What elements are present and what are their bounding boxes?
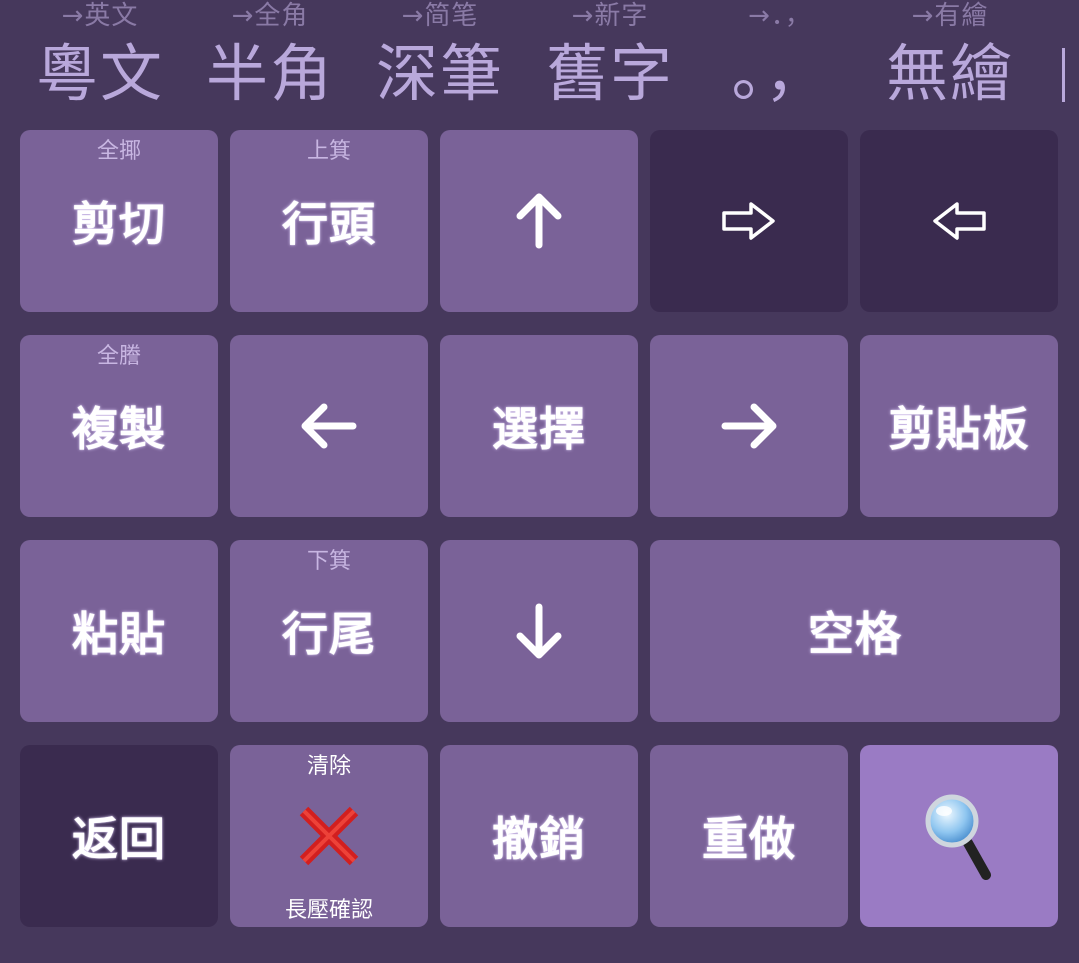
select-label: 選擇 (492, 402, 586, 456)
toggle-traditional-simplified[interactable]: →简笔 深筆 (355, 0, 525, 118)
toggle-label: 。， (731, 37, 829, 110)
long-press-confirm-label: 長壓確認 (284, 898, 373, 923)
toggle-label: 半角 (205, 37, 334, 110)
arrow-up-icon (440, 130, 638, 312)
magnifier-icon (860, 745, 1058, 927)
back-key[interactable]: 返回 (20, 745, 218, 927)
undo-key[interactable]: 撤銷 (440, 745, 638, 927)
toggle-hint: →英文 (61, 1, 139, 31)
clipboard-label: 剪貼板 (888, 402, 1030, 456)
line-start-key[interactable]: 上箕 行頭 (230, 130, 428, 312)
cursor-left-key[interactable] (230, 335, 428, 517)
toggle-label: 深筆 (375, 37, 504, 110)
line-end-label: 行尾 (282, 607, 376, 661)
toggle-old-new-glyphs[interactable]: →新字 舊字 (525, 0, 695, 118)
toggle-hint: →简笔 (401, 1, 479, 31)
arrow-left-icon (230, 335, 428, 517)
cursor-up-key[interactable] (440, 130, 638, 312)
backspace-key[interactable] (860, 130, 1058, 312)
cursor-down-key[interactable] (440, 540, 638, 722)
clear-key[interactable]: 清除 長壓確認 (230, 745, 428, 927)
cut-label: 剪切 (72, 197, 166, 251)
redo-key[interactable]: 重做 (650, 745, 848, 927)
toggle-cantonese-english[interactable]: →英文 粵文 (15, 0, 185, 118)
select-key[interactable]: 選擇 (440, 335, 638, 517)
paste-label: 粘貼 (72, 607, 166, 661)
search-key[interactable] (860, 745, 1058, 927)
toggle-label: 舊字 (545, 37, 674, 110)
toolbar-overflow-edge (1062, 48, 1065, 102)
toggle-halfwidth-fullwidth[interactable]: →全角 半角 (185, 0, 355, 118)
toggle-label: 粵文 (35, 37, 164, 110)
hollow-arrow-left-icon (860, 130, 1058, 312)
toggle-hint: →新字 (571, 1, 649, 31)
line-end-key[interactable]: 下箕 行尾 (230, 540, 428, 722)
toggle-label: 無繪 (885, 37, 1014, 110)
space-key[interactable]: 空格 (650, 540, 1060, 722)
arrow-down-icon (440, 540, 638, 722)
clipboard-key[interactable]: 剪貼板 (860, 335, 1058, 517)
forward-delete-key[interactable] (650, 130, 848, 312)
toggle-punctuation[interactable]: →．， 。， (695, 0, 865, 118)
cursor-right-key[interactable] (650, 335, 848, 517)
arrow-right-icon (650, 335, 848, 517)
line-start-label: 行頭 (282, 197, 376, 251)
undo-label: 撤銷 (492, 812, 586, 866)
toggle-hint: →有繪 (911, 1, 989, 31)
cut-key[interactable]: 全揶 剪切 (20, 130, 218, 312)
space-label: 空格 (808, 607, 902, 661)
copy-key[interactable]: 全謄 複製 (20, 335, 218, 517)
back-label: 返回 (72, 812, 166, 866)
hollow-arrow-right-icon (650, 130, 848, 312)
toggle-hint: →．， (748, 1, 812, 31)
paste-key[interactable]: 粘貼 (20, 540, 218, 722)
toggle-hint: →全角 (231, 1, 309, 31)
copy-label: 複製 (72, 402, 166, 456)
toggle-emoji[interactable]: →有繪 無繪 (865, 0, 1035, 118)
redo-label: 重做 (702, 812, 796, 866)
candidate-toolbar: →英文 粵文 →全角 半角 →简笔 深筆 →新字 舊字 →．， 。， →有繪 無… (0, 0, 1079, 118)
